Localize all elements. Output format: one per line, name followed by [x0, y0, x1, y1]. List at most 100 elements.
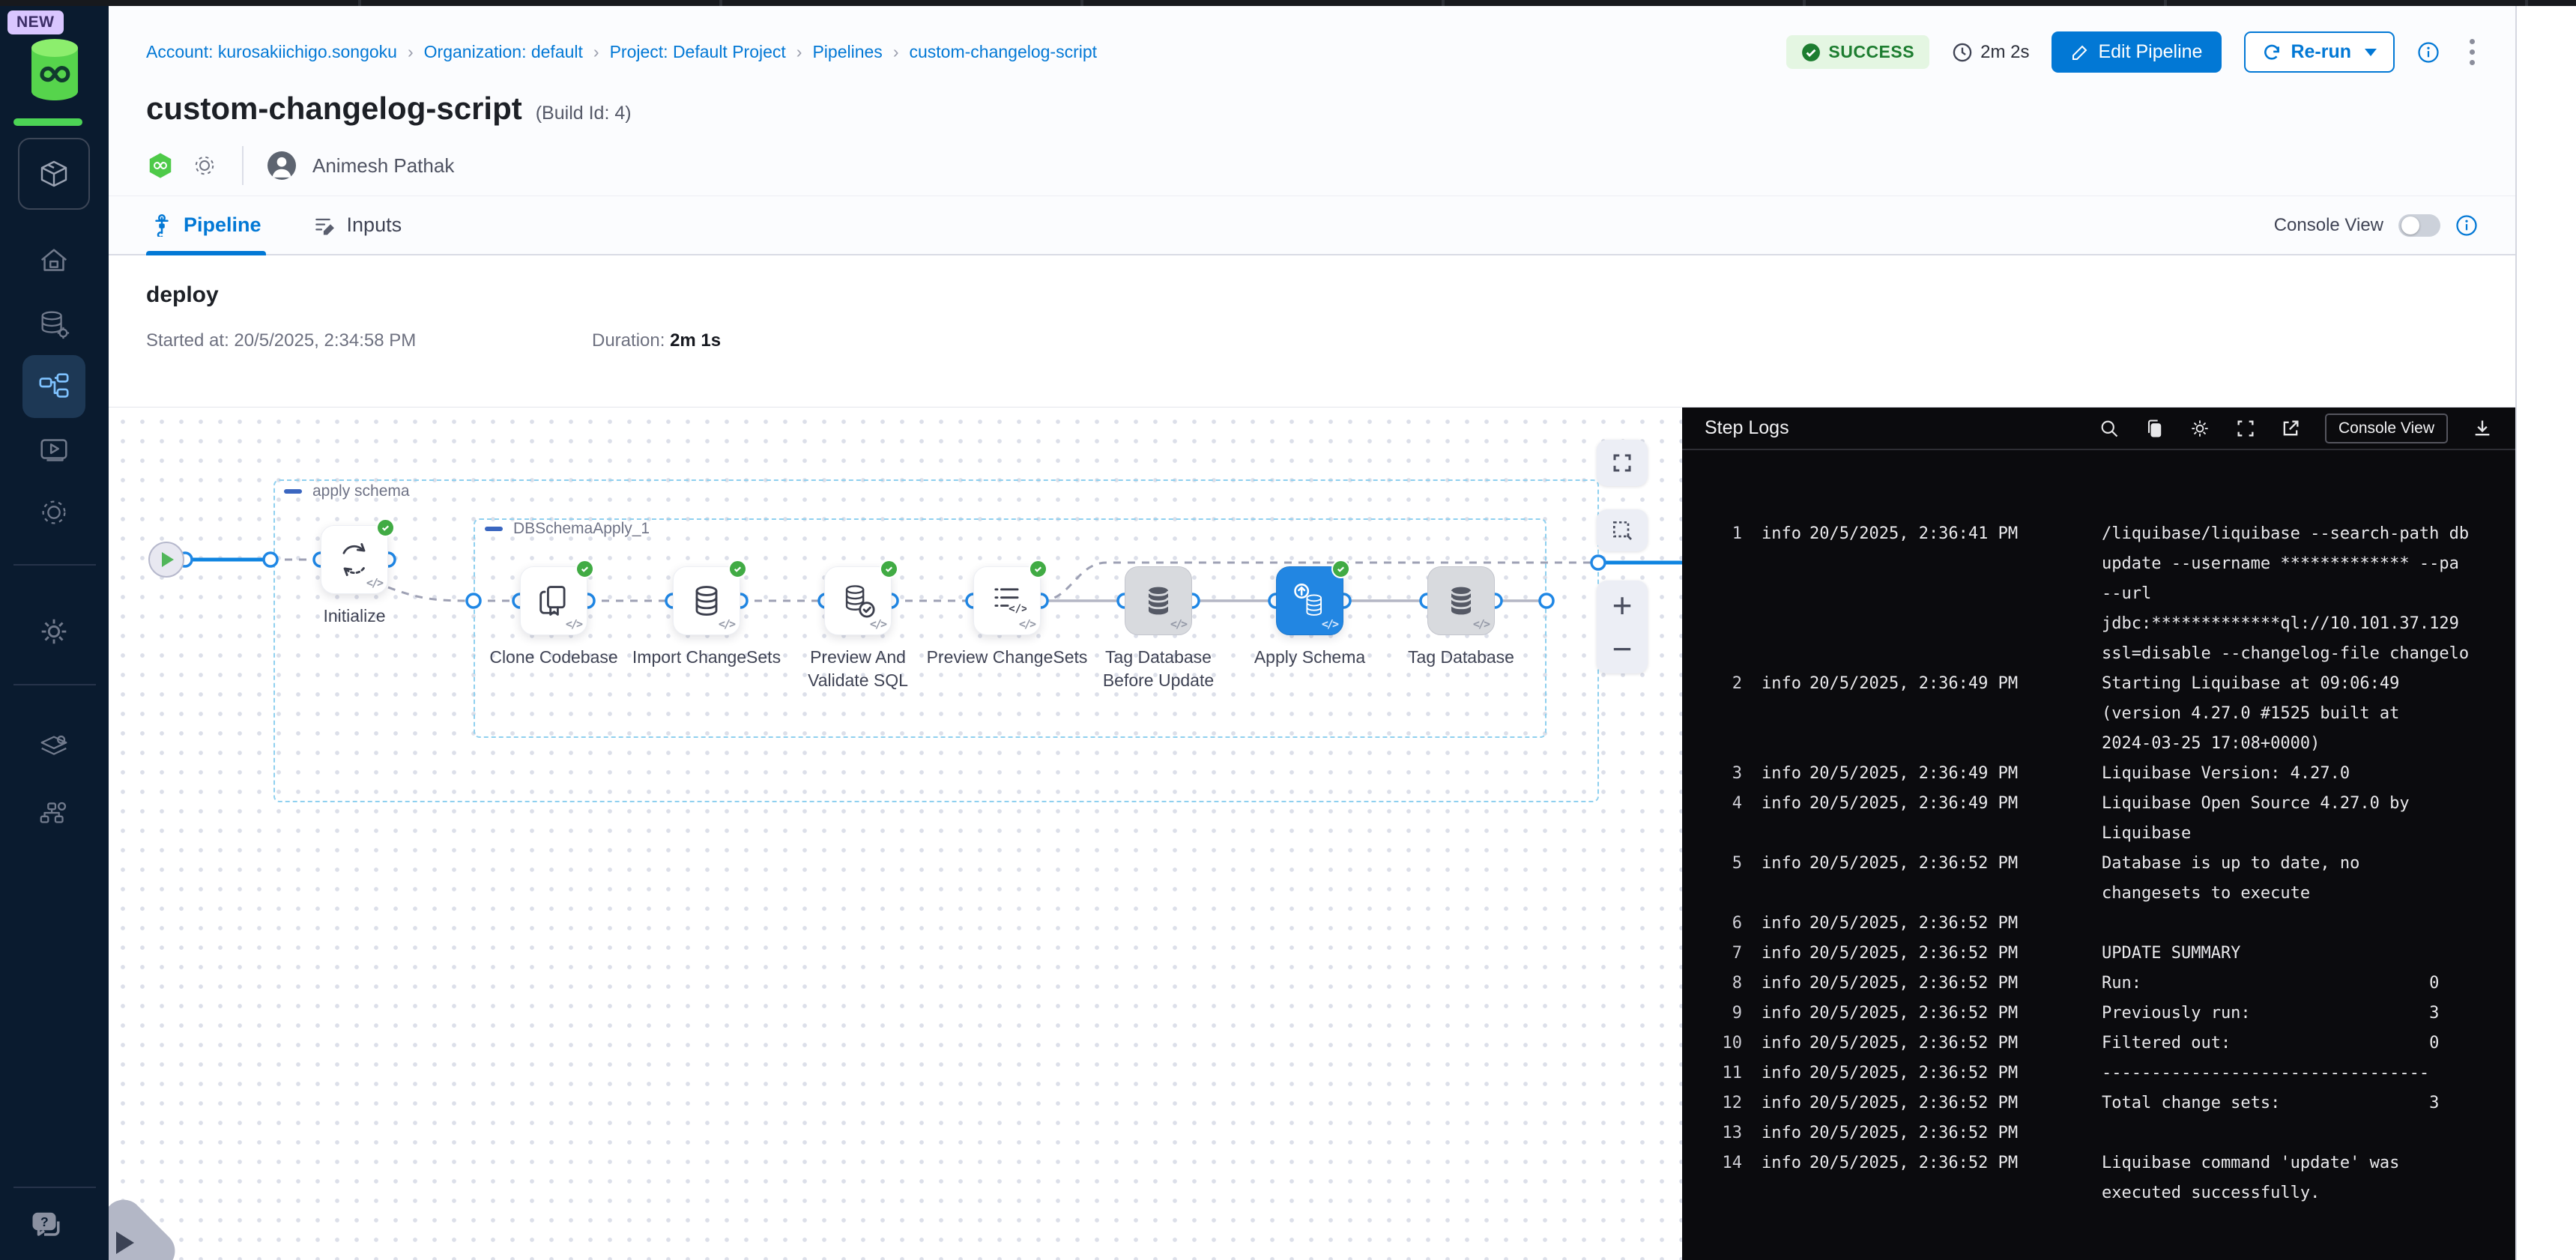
- zoom-out-button[interactable]: −: [1612, 627, 1633, 670]
- pipeline-settings-gear-icon[interactable]: [191, 152, 218, 179]
- sidebar-item-connectors[interactable]: [22, 782, 85, 845]
- pipeline-step-tag-database-before-update[interactable]: </> Tag Database Before Update: [1125, 566, 1192, 635]
- log-line: 11info20/5/2025, 2:36:52 PM-------------…: [1705, 1060, 2515, 1087]
- changesets-icon: </>: [988, 581, 1027, 620]
- success-check-icon: [575, 560, 594, 578]
- log-line: 8info20/5/2025, 2:36:52 PMRun: 0: [1705, 970, 2515, 997]
- breadcrumb-separator: ›: [893, 42, 899, 62]
- breadcrumb-link[interactable]: Organization: default: [424, 42, 583, 62]
- check-circle-icon: [1801, 43, 1821, 62]
- log-line: update --username ************* --pa: [1705, 551, 2515, 578]
- breadcrumb-link[interactable]: Account: kurosakiichigo.songoku: [146, 42, 397, 62]
- rerun-button[interactable]: Re-run: [2244, 31, 2395, 73]
- sidebar-item-home[interactable]: [22, 229, 85, 292]
- harness-dbops-logo-icon[interactable]: [27, 37, 82, 102]
- log-download-icon[interactable]: [2472, 418, 2493, 439]
- breadcrumb-link[interactable]: Project: Default Project: [610, 42, 786, 62]
- log-fullscreen-icon[interactable]: [2235, 418, 2256, 439]
- fullscreen-icon: [1611, 452, 1633, 474]
- sidebar-item-pipelines[interactable]: [22, 355, 85, 418]
- pipeline-step-clone-codebase[interactable]: </> Clone Codebase: [520, 566, 587, 635]
- right-gutter: [2515, 6, 2576, 1260]
- log-line: jdbc:*************ql://10.101.37.129: [1705, 611, 2515, 637]
- pipeline-step-apply-schema[interactable]: </> Apply Schema: [1276, 566, 1343, 635]
- pipeline-step-tag-database[interactable]: </> Tag Database: [1427, 566, 1495, 635]
- log-copy-icon[interactable]: [2144, 418, 2165, 439]
- pipeline-step-initialize[interactable]: </> Initialize: [321, 525, 388, 594]
- canvas-select-button[interactable]: [1597, 509, 1648, 551]
- log-line: Liquibase: [1705, 820, 2515, 847]
- log-search-icon[interactable]: [2099, 418, 2120, 439]
- database-gear-icon: [37, 307, 71, 342]
- sidebar-item-executions[interactable]: [22, 418, 85, 481]
- log-line: 7info20/5/2025, 2:36:52 PMUPDATE SUMMARY: [1705, 940, 2515, 967]
- svg-text:</>: </>: [1009, 603, 1027, 615]
- database-up-icon: [1290, 581, 1329, 620]
- log-open-external-icon[interactable]: [2280, 418, 2301, 439]
- info-icon[interactable]: [2417, 41, 2440, 64]
- log-line: 12info20/5/2025, 2:36:52 PMTotal change …: [1705, 1090, 2515, 1117]
- log-line: ssl=disable --changelog-file changelo: [1705, 640, 2515, 667]
- module-hexagon-icon: [146, 151, 175, 180]
- edit-pipeline-button[interactable]: Edit Pipeline: [2052, 31, 2222, 73]
- zoom-in-button[interactable]: +: [1612, 584, 1633, 627]
- breadcrumb-link[interactable]: custom-changelog-script: [909, 42, 1097, 62]
- step-label: Tag Database: [1381, 646, 1542, 669]
- sidebar-item-project-settings[interactable]: [22, 481, 85, 544]
- module-indicator-bar: [13, 118, 82, 126]
- corner-arrow-icon[interactable]: [116, 1232, 134, 1254]
- log-output[interactable]: 1info20/5/2025, 2:36:41 PM/liquibase/liq…: [1682, 450, 2515, 1260]
- sidebar-item-db-devops[interactable]: [22, 293, 85, 356]
- tab-pipeline[interactable]: Pipeline: [146, 196, 266, 254]
- layers-gear-icon: [37, 730, 71, 765]
- code-glyph: </>: [366, 576, 382, 590]
- sidebar-divider: [13, 684, 96, 685]
- step-label: Initialize: [274, 605, 435, 628]
- tab-bar: Pipeline Inputs Console View: [109, 196, 2515, 255]
- log-line: --url: [1705, 581, 2515, 608]
- log-line: changesets to execute: [1705, 880, 2515, 907]
- sidebar-item-module-selector[interactable]: [18, 138, 90, 210]
- step-logs-panel: Step Logs: [1682, 408, 2515, 1260]
- log-settings-icon[interactable]: [2189, 417, 2211, 440]
- sidebar-item-environments[interactable]: [22, 716, 85, 779]
- console-view-label: Console View: [2274, 215, 2383, 236]
- success-check-icon: [1331, 560, 1350, 578]
- code-glyph: </>: [1019, 617, 1035, 631]
- database-solid-icon: [1442, 581, 1481, 620]
- build-id: (Build Id: 4): [536, 103, 632, 124]
- pipeline-tab-icon: [151, 214, 173, 237]
- pipeline-step-preview-changesets[interactable]: </> </> Preview ChangeSets: [973, 566, 1041, 635]
- canvas-zoom-controls[interactable]: + −: [1597, 581, 1648, 673]
- canvas-fullscreen-button[interactable]: [1597, 440, 1648, 486]
- log-line: 5info20/5/2025, 2:36:52 PMDatabase is up…: [1705, 850, 2515, 877]
- breadcrumb-link[interactable]: Pipelines: [812, 42, 882, 62]
- tab-inputs[interactable]: Inputs: [308, 196, 407, 254]
- breadcrumb-separator: ›: [796, 42, 802, 62]
- info-icon[interactable]: [2455, 214, 2478, 237]
- clock-icon: [1952, 42, 1973, 63]
- log-line: 2024-03-25 17:08+0000): [1705, 730, 2515, 757]
- log-line: 13info20/5/2025, 2:36:52 PM: [1705, 1120, 2515, 1147]
- chevron-down-icon[interactable]: [2365, 49, 2377, 56]
- pipeline-start-node[interactable]: [148, 542, 184, 578]
- stage-started: Started at: 20/5/2025, 2:34:58 PM: [146, 330, 592, 351]
- log-console-view-button[interactable]: Console View: [2325, 414, 2448, 443]
- help-button[interactable]: ?: [25, 1205, 70, 1250]
- sidebar: NEW: [0, 6, 109, 1260]
- new-badge: NEW: [7, 10, 64, 34]
- pipeline-canvas[interactable]: apply schema DBSchemaApply_1: [109, 408, 1682, 1260]
- success-check-icon: [1029, 560, 1047, 578]
- pipeline-step-preview-and-validate-sql[interactable]: </> Preview And Validate SQL: [824, 566, 892, 635]
- more-options-button[interactable]: [2462, 36, 2482, 68]
- sidebar-divider: [13, 564, 96, 566]
- pipeline-step-import-changesets[interactable]: </> Import ChangeSets: [673, 566, 740, 635]
- log-line: (version 4.27.0 #1525 built at: [1705, 700, 2515, 727]
- database-solid-icon: [1139, 581, 1178, 620]
- status-badge: SUCCESS: [1786, 35, 1929, 69]
- sidebar-item-settings[interactable]: [22, 600, 85, 663]
- step-logs-title: Step Logs: [1705, 417, 1789, 439]
- console-view-toggle[interactable]: [2398, 214, 2440, 237]
- database-check-icon: [838, 581, 877, 620]
- step-label: Apply Schema: [1230, 646, 1391, 669]
